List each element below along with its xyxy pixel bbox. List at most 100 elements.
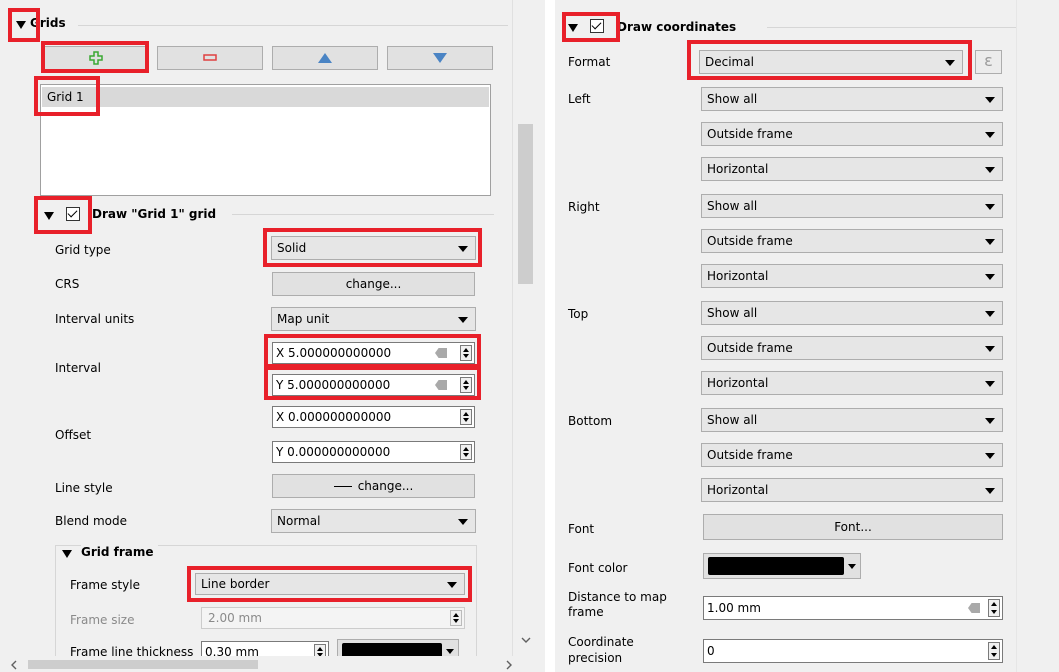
- scroll-left-arrow-icon[interactable]: [10, 660, 18, 670]
- draw-grid-group-line: [232, 214, 494, 215]
- blend-mode-value: Normal: [277, 514, 321, 528]
- left-position-select[interactable]: Outside frame: [701, 122, 1003, 146]
- remove-grid-button[interactable]: [157, 46, 263, 70]
- spin-arrows-icon: [450, 610, 462, 626]
- spin-arrows-icon[interactable]: [460, 345, 472, 361]
- move-grid-down-button[interactable]: [387, 46, 493, 70]
- frame-size-value: 2.00 mm: [208, 611, 262, 625]
- offset-label: Offset: [55, 428, 92, 442]
- draw-coords-group-line: [767, 27, 1017, 28]
- spin-arrows-icon[interactable]: [988, 642, 1000, 660]
- draw-grid-collapse-arrow-icon[interactable]: [44, 212, 54, 220]
- line-sample-icon: [333, 486, 352, 487]
- h-scrollbar-thumb[interactable]: [28, 660, 258, 669]
- top-direction-select[interactable]: Horizontal: [701, 371, 1003, 395]
- grid-type-value: Solid: [277, 241, 307, 255]
- bottom-position-select[interactable]: Outside frame: [701, 443, 1003, 467]
- left-label: Left: [568, 92, 591, 106]
- grid-type-select[interactable]: Solid: [271, 236, 476, 260]
- grid-list-item-label: Grid 1: [47, 90, 84, 104]
- clear-icon[interactable]: [435, 380, 447, 390]
- precision-value: 0: [707, 644, 715, 658]
- bottom-label: Bottom: [568, 414, 613, 428]
- offset-x-input[interactable]: X 0.000000000000: [272, 406, 475, 428]
- right-position-value: Outside frame: [707, 234, 793, 248]
- precision-input[interactable]: 0: [703, 639, 1003, 663]
- format-select[interactable]: Decimal: [699, 50, 963, 74]
- right-display-value: Show all: [707, 199, 758, 213]
- font-label: Font: [568, 522, 595, 536]
- right-display-select[interactable]: Show all: [701, 194, 1003, 218]
- interval-y-input[interactable]: Y 5.000000000000: [272, 374, 475, 396]
- scroll-right-arrow-icon[interactable]: [505, 660, 513, 670]
- list-item[interactable]: Grid 1: [42, 87, 489, 107]
- grid-frame-collapse-arrow-icon[interactable]: [62, 550, 72, 558]
- distance-input[interactable]: 1.00 mm: [703, 596, 1003, 620]
- left-display-select[interactable]: Show all: [701, 87, 1003, 111]
- chevron-down-icon: [985, 204, 995, 210]
- line-style-button-label: change...: [357, 479, 414, 493]
- chevron-down-icon: [458, 519, 468, 525]
- crs-change-button[interactable]: change...: [272, 272, 475, 296]
- color-swatch: [708, 557, 844, 575]
- interval-y-value: Y 5.000000000000: [276, 378, 391, 392]
- right-position-select[interactable]: Outside frame: [701, 229, 1003, 253]
- top-display-value: Show all: [707, 306, 758, 320]
- blend-mode-select[interactable]: Normal: [271, 509, 476, 533]
- draw-coords-collapse-arrow-icon[interactable]: [568, 24, 578, 32]
- chevron-down-icon: [985, 453, 995, 459]
- left-direction-value: Horizontal: [707, 162, 769, 176]
- scrollbar-thumb[interactable]: [518, 124, 533, 284]
- left-direction-select[interactable]: Horizontal: [701, 157, 1003, 181]
- right-label: Right: [568, 200, 600, 214]
- font-color-button[interactable]: [703, 553, 861, 579]
- chevron-down-icon: [985, 274, 995, 280]
- minus-icon: [203, 54, 217, 61]
- draw-coords-title: Draw coordinates: [617, 20, 737, 34]
- bottom-display-value: Show all: [707, 413, 758, 427]
- line-style-button[interactable]: change...: [272, 474, 475, 498]
- move-grid-up-button[interactable]: [272, 46, 378, 70]
- frame-style-value: Line border: [201, 577, 270, 591]
- top-position-select[interactable]: Outside frame: [701, 336, 1003, 360]
- spin-arrows-icon[interactable]: [460, 409, 472, 425]
- add-grid-button[interactable]: [44, 46, 148, 70]
- horizontal-scrollbar[interactable]: [0, 656, 538, 672]
- chevron-down-icon: [985, 346, 995, 352]
- interval-units-select[interactable]: Map unit: [271, 307, 476, 331]
- draw-coords-checkbox[interactable]: [590, 19, 604, 33]
- bottom-direction-select[interactable]: Horizontal: [701, 478, 1003, 502]
- frame-style-select[interactable]: Line border: [195, 573, 465, 595]
- bottom-display-select[interactable]: Show all: [701, 408, 1003, 432]
- top-label: Top: [568, 307, 589, 321]
- grid-list[interactable]: Grid 1: [40, 84, 491, 196]
- interval-x-input[interactable]: X 5.000000000000: [272, 342, 475, 364]
- format-expression-button[interactable]: ε: [975, 50, 1002, 74]
- chevron-down-icon: [985, 97, 995, 103]
- clear-icon[interactable]: [968, 603, 980, 613]
- offset-y-input[interactable]: Y 0.000000000000: [272, 441, 475, 463]
- font-button[interactable]: Font...: [703, 514, 1003, 540]
- format-label: Format: [568, 55, 611, 69]
- offset-y-value: Y 0.000000000000: [276, 445, 391, 459]
- top-display-select[interactable]: Show all: [701, 301, 1003, 325]
- right-direction-value: Horizontal: [707, 269, 769, 283]
- blend-mode-label: Blend mode: [55, 514, 128, 528]
- spin-arrows-icon[interactable]: [988, 599, 1000, 617]
- spin-arrows-icon[interactable]: [460, 377, 472, 393]
- grids-collapse-arrow-icon[interactable]: [16, 21, 26, 29]
- line-style-label: Line style: [55, 481, 113, 495]
- distance-value: 1.00 mm: [707, 601, 761, 615]
- chevron-down-icon: [458, 317, 468, 323]
- right-scrollbar-track[interactable]: [1016, 0, 1044, 672]
- top-direction-value: Horizontal: [707, 376, 769, 390]
- vertical-scrollbar[interactable]: [512, 0, 538, 656]
- clear-icon[interactable]: [435, 348, 447, 358]
- chevron-down-icon: [447, 582, 457, 588]
- bottom-position-value: Outside frame: [707, 448, 793, 462]
- right-direction-select[interactable]: Horizontal: [701, 264, 1003, 288]
- draw-grid-checkbox[interactable]: [66, 207, 80, 221]
- distance-label-line1: Distance to map: [568, 590, 667, 604]
- scroll-down-arrow-icon[interactable]: [521, 636, 531, 644]
- spin-arrows-icon[interactable]: [460, 444, 472, 460]
